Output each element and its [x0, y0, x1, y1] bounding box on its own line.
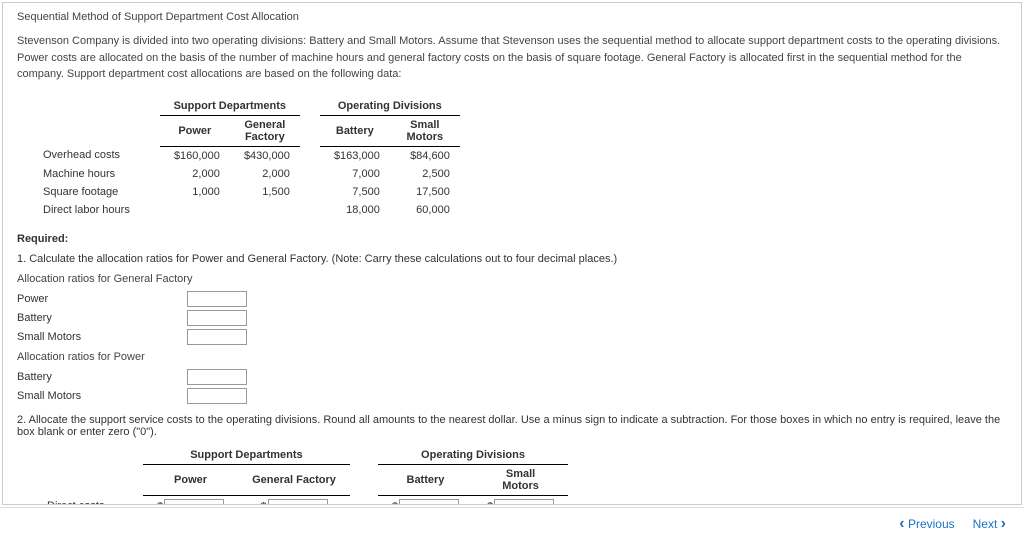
ratio-label: Power	[17, 293, 187, 305]
previous-label: Previous	[908, 517, 955, 531]
table-row: Overhead costs $160,000 $430,000 $163,00…	[33, 146, 460, 165]
col-general-factory-2: General Factory	[238, 464, 350, 495]
ratios-power-heading: Allocation ratios for Power	[17, 351, 1007, 363]
direct-cost-sm-input[interactable]	[494, 499, 554, 506]
col-battery-2: Battery	[378, 464, 473, 495]
chevron-right-icon: ›	[1001, 516, 1006, 532]
direct-cost-battery-input[interactable]	[399, 499, 459, 506]
next-label: Next	[973, 517, 998, 531]
group-support-2: Support Departments	[143, 446, 350, 465]
requirement-2: 2. Allocate the support service costs to…	[17, 414, 1007, 438]
table-row: Square footage 1,000 1,500 7,500 17,500	[33, 183, 460, 201]
ratio-input-power-smallmotors[interactable]	[187, 388, 247, 404]
col-small-motors: Small Motors	[390, 115, 460, 146]
direct-cost-power-input[interactable]	[164, 499, 224, 506]
ratios-gf-heading: Allocation ratios for General Factory	[17, 273, 1007, 285]
table-row: Direct labor hours 18,000 60,000	[33, 201, 460, 219]
group-operating: Operating Divisions	[320, 97, 460, 116]
group-support: Support Departments	[160, 97, 300, 116]
page-title: Sequential Method of Support Department …	[17, 11, 1007, 23]
ratio-label: Small Motors	[17, 390, 187, 402]
col-small-motors-2: Small Motors	[473, 464, 568, 495]
direct-cost-gf-input[interactable]	[268, 499, 328, 506]
ratio-row: Small Motors	[17, 388, 1007, 404]
group-operating-2: Operating Divisions	[378, 446, 568, 465]
ratio-row: Battery	[17, 310, 1007, 326]
ratio-label: Small Motors	[17, 331, 187, 343]
ratio-input-gf-smallmotors[interactable]	[187, 329, 247, 345]
content-scroll-area[interactable]: Sequential Method of Support Department …	[2, 2, 1022, 505]
ratio-input-gf-power[interactable]	[187, 291, 247, 307]
chevron-left-icon: ‹	[899, 516, 904, 532]
next-button[interactable]: Next ›	[973, 516, 1006, 532]
ratio-input-gf-battery[interactable]	[187, 310, 247, 326]
footer-bar: ‹ Previous Next ›	[0, 507, 1024, 539]
intro-paragraph: Stevenson Company is divided into two op…	[17, 33, 1007, 83]
ratio-row: Power	[17, 291, 1007, 307]
allocation-table: Support Departments Operating Divisions …	[33, 446, 568, 506]
required-heading: Required:	[17, 233, 1007, 245]
col-power: Power	[160, 115, 230, 146]
row-direct-costs: Direct costs	[33, 495, 143, 505]
table-row: Machine hours 2,000 2,000 7,000 2,500	[33, 165, 460, 183]
col-power-2: Power	[143, 464, 238, 495]
table-row: Direct costs $ $ $ $	[33, 495, 568, 505]
requirement-1: 1. Calculate the allocation ratios for P…	[17, 253, 1007, 265]
ratio-row: Battery	[17, 369, 1007, 385]
ratio-input-power-battery[interactable]	[187, 369, 247, 385]
ratio-label: Battery	[17, 371, 187, 383]
ratio-label: Battery	[17, 312, 187, 324]
data-table: Support Departments Operating Divisions …	[33, 97, 460, 219]
col-battery: Battery	[320, 115, 390, 146]
col-general-factory: General Factory	[230, 115, 300, 146]
ratio-row: Small Motors	[17, 329, 1007, 345]
previous-button[interactable]: ‹ Previous	[899, 516, 954, 532]
